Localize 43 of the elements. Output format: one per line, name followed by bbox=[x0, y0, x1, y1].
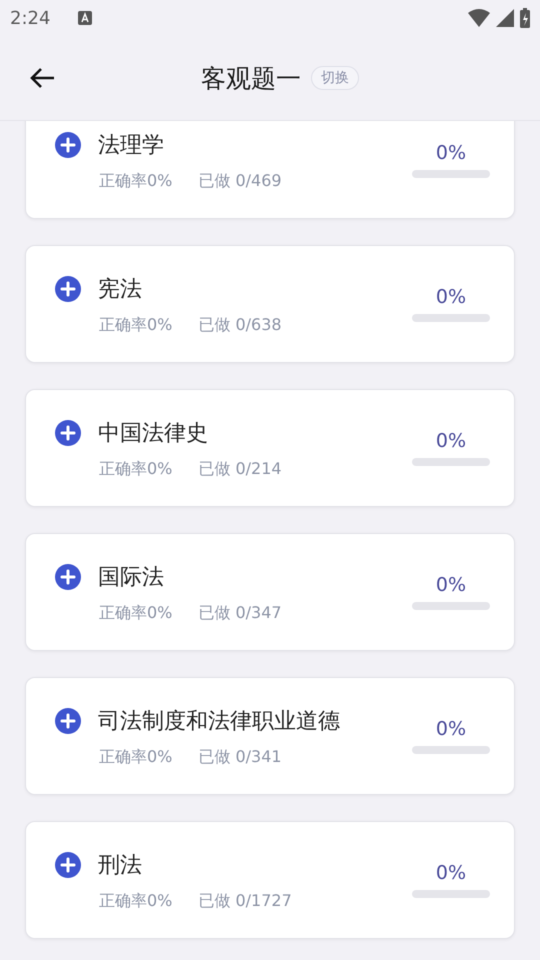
plus-icon[interactable] bbox=[54, 275, 82, 303]
plus-icon[interactable] bbox=[54, 851, 82, 879]
subject-name: 国际法 bbox=[98, 564, 164, 592]
progress-percent: 0% bbox=[436, 718, 466, 740]
subject-name: 法理学 bbox=[98, 132, 164, 160]
accuracy-text: 正确率0% bbox=[99, 891, 172, 912]
subject-card[interactable]: 国际法 正确率0% 已做 0/347 0% bbox=[25, 533, 515, 651]
subject-name: 刑法 bbox=[98, 852, 142, 880]
accuracy-text: 正确率0% bbox=[99, 459, 172, 480]
plus-icon[interactable] bbox=[54, 419, 82, 447]
progress-percent: 0% bbox=[436, 142, 466, 164]
subject-card[interactable]: 刑法 正确率0% 已做 0/1727 0% bbox=[25, 821, 515, 939]
back-arrow-icon bbox=[29, 67, 55, 89]
status-time: 2:24 bbox=[10, 8, 50, 28]
progress-percent: 0% bbox=[436, 430, 466, 452]
subject-name: 中国法律史 bbox=[98, 420, 208, 448]
accuracy-text: 正确率0% bbox=[99, 171, 172, 192]
keyboard-icon bbox=[78, 11, 92, 25]
accuracy-text: 正确率0% bbox=[99, 747, 172, 768]
accuracy-text: 正确率0% bbox=[99, 315, 172, 336]
plus-icon[interactable] bbox=[54, 707, 82, 735]
progress-count: 已做 0/214 bbox=[198, 459, 282, 480]
subject-card[interactable]: 中国法律史 正确率0% 已做 0/214 0% bbox=[25, 389, 515, 507]
progress-count: 已做 0/469 bbox=[198, 171, 282, 192]
progress-count: 已做 0/347 bbox=[198, 603, 282, 624]
subject-card[interactable]: 宪法 正确率0% 已做 0/638 0% bbox=[25, 245, 515, 363]
battery-icon bbox=[520, 8, 530, 28]
progress-count: 已做 0/1727 bbox=[198, 891, 292, 912]
progress-count: 已做 0/638 bbox=[198, 315, 282, 336]
subject-card[interactable]: 法理学 正确率0% 已做 0/469 0% bbox=[25, 121, 515, 219]
plus-icon[interactable] bbox=[54, 131, 82, 159]
subject-card[interactable]: 司法制度和法律职业道德 正确率0% 已做 0/341 0% bbox=[25, 677, 515, 795]
page-title: 客观题一 bbox=[201, 62, 301, 94]
progress-percent: 0% bbox=[436, 862, 466, 884]
wifi-icon bbox=[468, 9, 490, 27]
subject-name: 宪法 bbox=[98, 276, 142, 304]
subject-name: 司法制度和法律职业道德 bbox=[98, 708, 340, 736]
accuracy-text: 正确率0% bbox=[99, 603, 172, 624]
plus-icon[interactable] bbox=[54, 563, 82, 591]
progress-count: 已做 0/341 bbox=[198, 747, 282, 768]
progress-percent: 0% bbox=[436, 286, 466, 308]
signal-icon bbox=[496, 9, 514, 27]
progress-percent: 0% bbox=[436, 574, 466, 596]
